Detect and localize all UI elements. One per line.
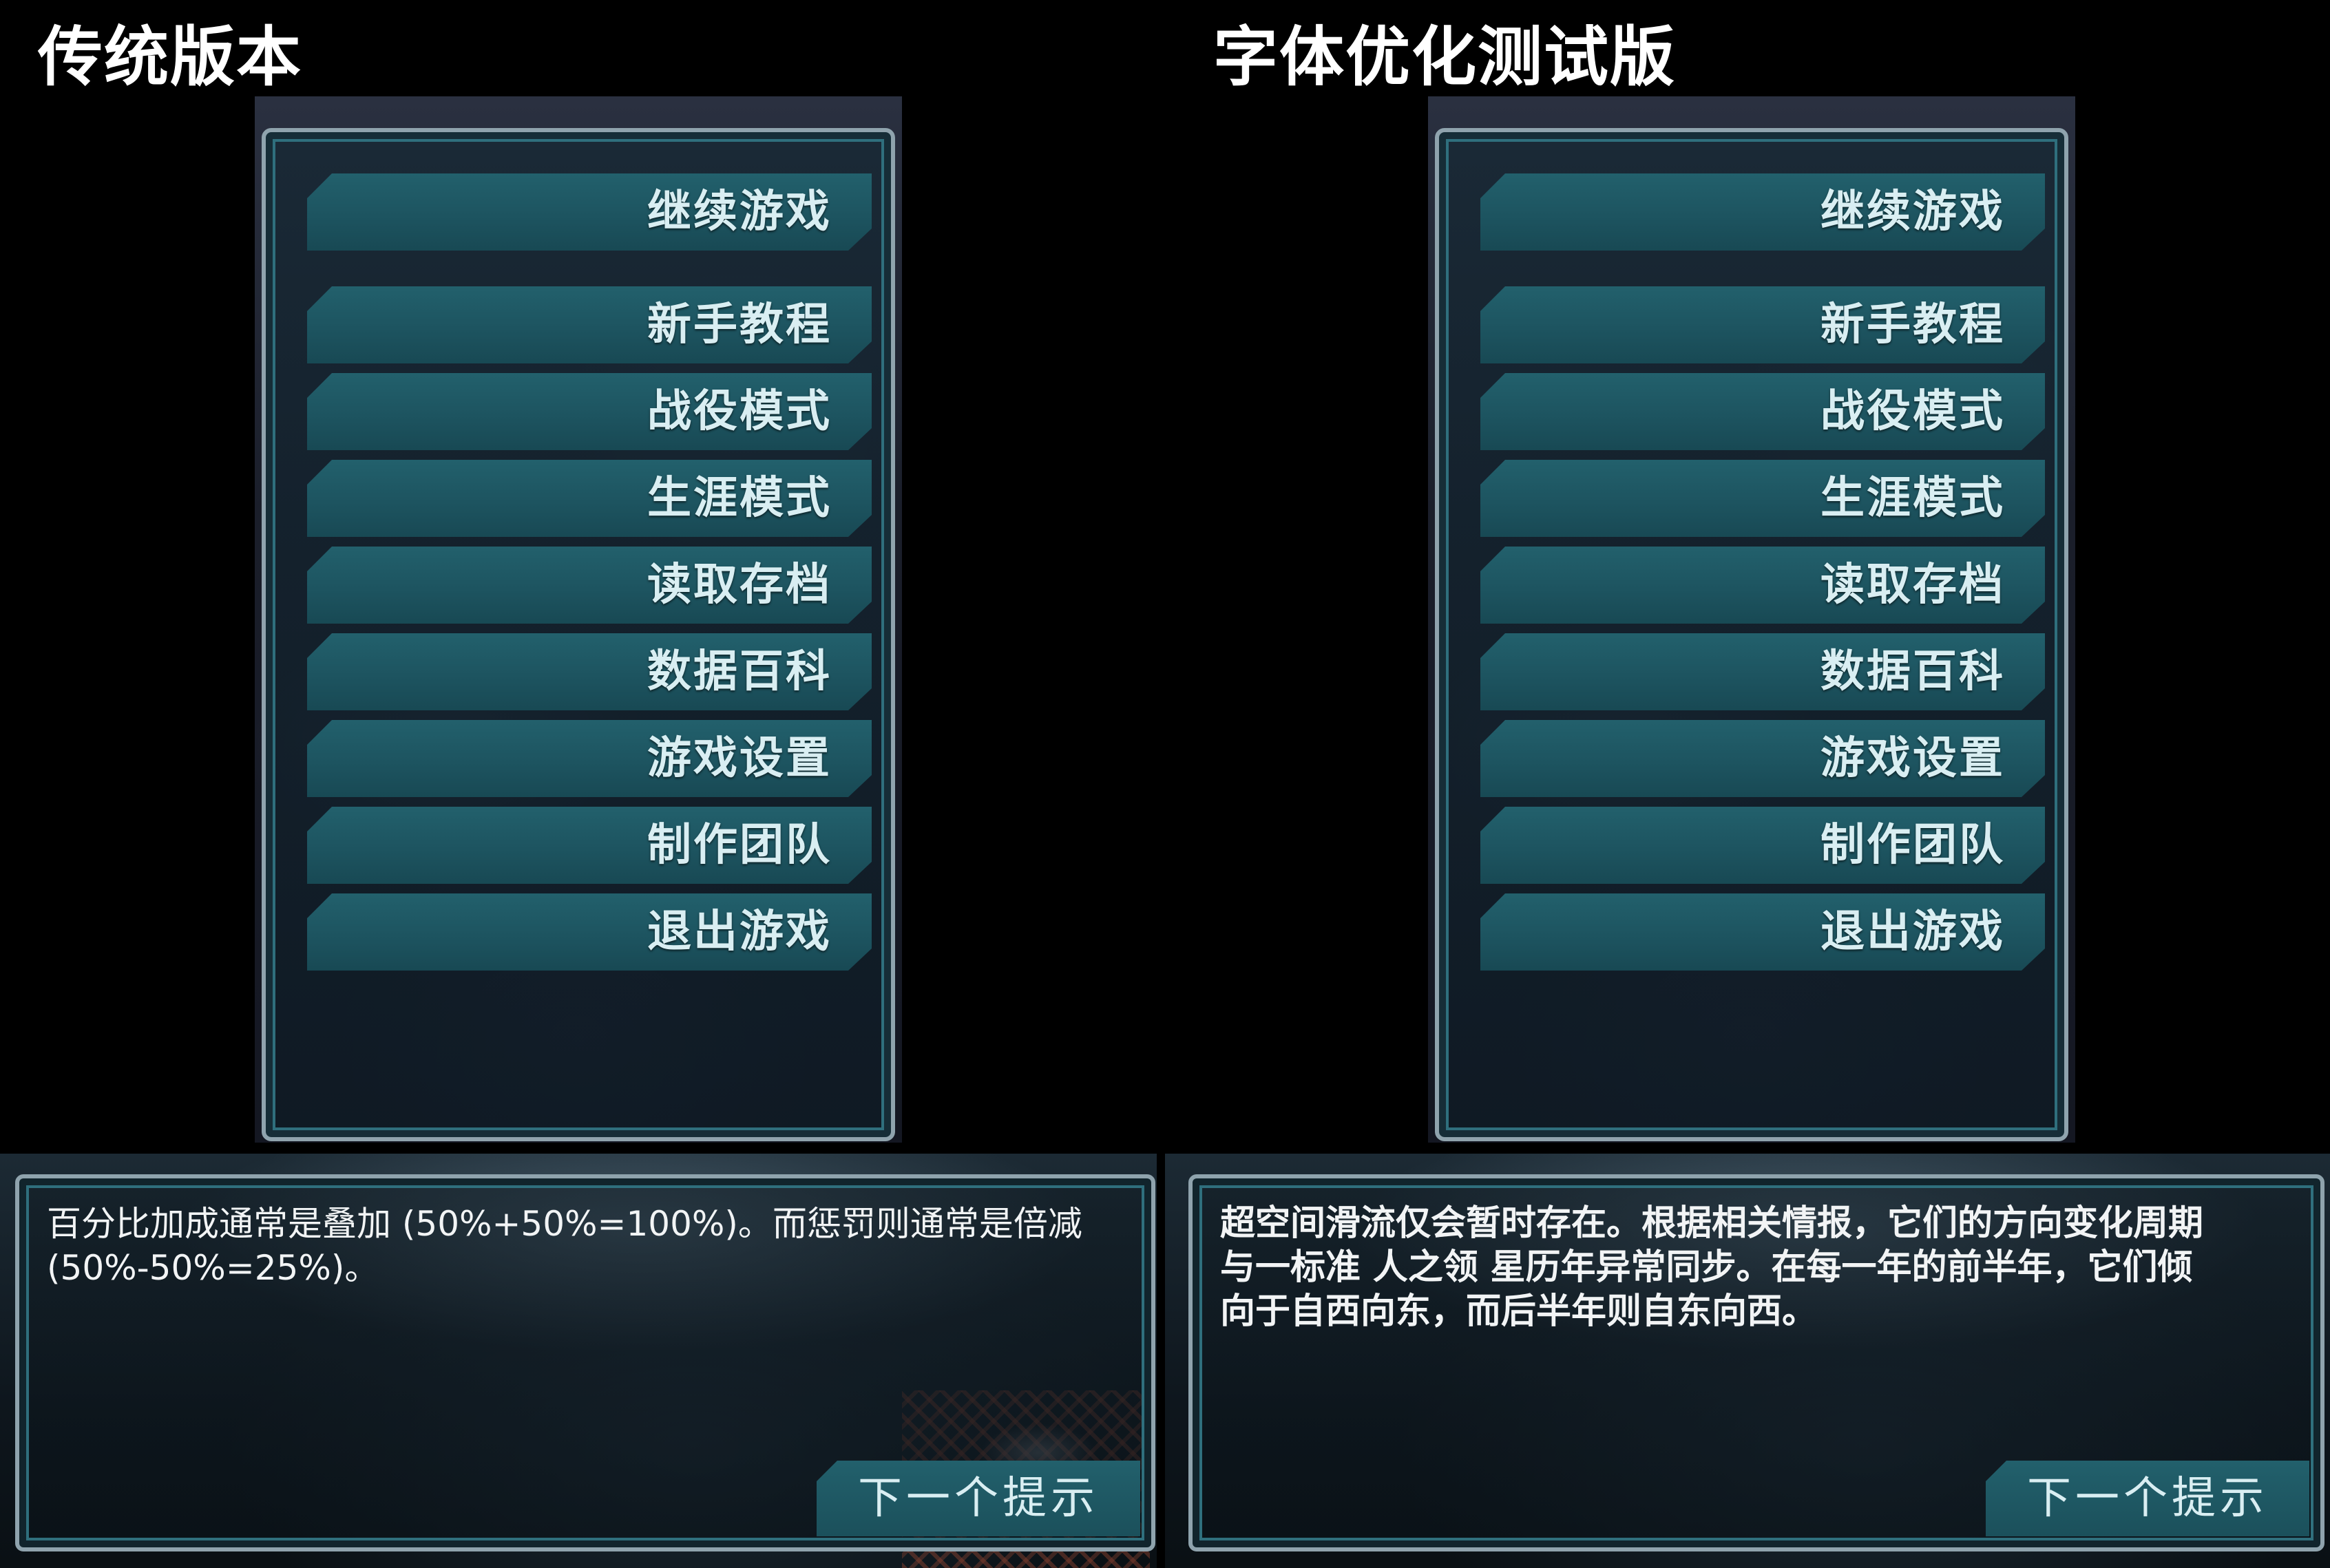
menu-button-label: 生涯模式 — [1820, 473, 2005, 524]
menu-button-label: 制作团队 — [1820, 820, 2005, 871]
font-optimized-version-panel: 字体优化测试版 继续游戏 新手教程 战役模式 生涯模式 读取存档 数据百科 游戏… — [1165, 0, 2330, 1568]
credits-button[interactable]: 制作团队 — [307, 807, 872, 884]
menu-button-label: 继续游戏 — [647, 187, 832, 237]
menu-button-label: 战役模式 — [647, 386, 832, 437]
main-menu: 继续游戏 新手教程 战役模式 生涯模式 读取存档 数据百科 游戏设置 制作团队 — [307, 173, 872, 980]
menu-button-label: 新手教程 — [647, 299, 832, 350]
menu-button-label: 数据百科 — [647, 646, 832, 697]
main-menu-frame: 继续游戏 新手教程 战役模式 生涯模式 读取存档 数据百科 游戏设置 制作团队 — [262, 128, 895, 1141]
menu-button-label: 游戏设置 — [1820, 733, 2005, 784]
menu-button-label: 读取存档 — [647, 560, 832, 611]
menu-button-label: 数据百科 — [1820, 646, 2005, 697]
career-mode-button[interactable]: 生涯模式 — [307, 460, 872, 537]
tip-panel: 超空间滑流仅会暂时存在。根据相关情报，它们的方向变化周期 与一标准 人之领 星历… — [1188, 1174, 2324, 1551]
next-tip-label: 下一个提示 — [858, 1473, 1099, 1524]
menu-button-label: 退出游戏 — [647, 907, 832, 957]
next-tip-label: 下一个提示 — [2027, 1473, 2268, 1524]
campaign-mode-button[interactable]: 战役模式 — [1480, 373, 2045, 450]
version-heading: 字体优化测试版 — [1213, 20, 1677, 95]
tip-panel: 百分比加成通常是叠加 (50%+50%=100%)。而惩罚则通常是倍减 (50%… — [15, 1174, 1155, 1551]
menu-button-label: 新手教程 — [1820, 299, 2005, 350]
tutorial-button[interactable]: 新手教程 — [1480, 286, 2045, 363]
credits-button[interactable]: 制作团队 — [1480, 807, 2045, 884]
continue-game-button[interactable]: 继续游戏 — [307, 173, 872, 251]
campaign-mode-button[interactable]: 战役模式 — [307, 373, 872, 450]
next-tip-button[interactable]: 下一个提示 — [817, 1461, 1140, 1536]
quit-game-button[interactable]: 退出游戏 — [307, 893, 872, 971]
tip-text: 百分比加成通常是叠加 (50%+50%=100%)。而惩罚则通常是倍减 (50%… — [47, 1204, 1082, 1288]
main-menu-frame: 继续游戏 新手教程 战役模式 生涯模式 读取存档 数据百科 游戏设置 制作团队 — [1435, 128, 2068, 1141]
quit-game-button[interactable]: 退出游戏 — [1480, 893, 2045, 971]
encyclopedia-button[interactable]: 数据百科 — [307, 633, 872, 710]
menu-button-label: 继续游戏 — [1820, 187, 2005, 237]
menu-button-label: 战役模式 — [1820, 386, 2005, 437]
tutorial-button[interactable]: 新手教程 — [307, 286, 872, 363]
menu-button-label: 生涯模式 — [647, 473, 832, 524]
continue-game-button[interactable]: 继续游戏 — [1480, 173, 2045, 251]
load-save-button[interactable]: 读取存档 — [307, 547, 872, 624]
next-tip-button[interactable]: 下一个提示 — [1986, 1461, 2309, 1536]
tip-text: 超空间滑流仅会暂时存在。根据相关情报，它们的方向变化周期 与一标准 人之领 星历… — [1220, 1203, 2204, 1332]
menu-button-label: 制作团队 — [647, 820, 832, 871]
traditional-version-panel: 传统版本 继续游戏 新手教程 战役模式 生涯模式 读取存档 数据百科 游戏设置 — [0, 0, 1165, 1568]
load-save-button[interactable]: 读取存档 — [1480, 547, 2045, 624]
game-settings-button[interactable]: 游戏设置 — [1480, 720, 2045, 797]
main-menu: 继续游戏 新手教程 战役模式 生涯模式 读取存档 数据百科 游戏设置 制作团队 — [1480, 173, 2045, 980]
menu-button-label: 读取存档 — [1820, 560, 2005, 611]
career-mode-button[interactable]: 生涯模式 — [1480, 460, 2045, 537]
menu-button-label: 游戏设置 — [647, 733, 832, 784]
game-settings-button[interactable]: 游戏设置 — [307, 720, 872, 797]
version-heading: 传统版本 — [38, 20, 303, 95]
menu-button-label: 退出游戏 — [1820, 907, 2005, 957]
encyclopedia-button[interactable]: 数据百科 — [1480, 633, 2045, 710]
